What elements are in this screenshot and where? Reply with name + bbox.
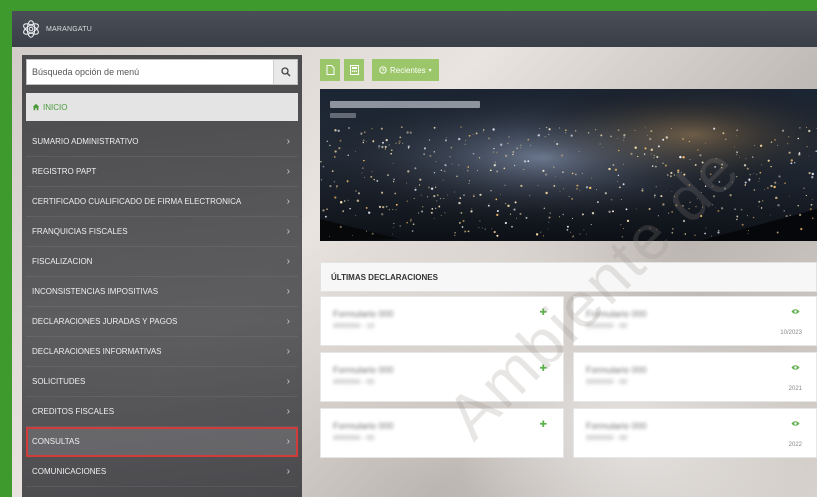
sidebar-item-label: SOLICITUDES [32,377,86,386]
sidebar-item-certificado-firma[interactable]: CERTIFICADO CUALIFICADO DE FIRMA ELECTRO… [26,187,298,217]
sidebar-menu: INICIO SUMARIO ADMINISTRATIVO › REGISTRO… [22,55,302,497]
sidebar-item-declaraciones-informativas[interactable]: DECLARACIONES INFORMATIVAS › [26,337,298,367]
eye-icon[interactable] [791,419,800,429]
eye-icon[interactable] [791,307,800,317]
search-button[interactable] [273,60,297,84]
sidebar-item-label: REGISTRO PAPT [32,167,97,176]
sidebar-item-label: CREDITOS FISCALES [32,407,115,416]
sidebar-item-label: FRANQUICIAS FISCALES [32,227,128,236]
declaration-card[interactable]: Formulario 000 0000000 - 00 2021 [573,352,817,402]
declaration-period: 2021 [788,386,802,392]
sidebar-item-label: COMUNICACIONES [32,467,107,476]
declaration-period: 2022 [788,442,802,448]
calculator-button[interactable] [344,59,364,81]
sidebar-item-label: INICIO [43,102,68,112]
menu-list: SUMARIO ADMINISTRATIVO › REGISTRO PAPT ›… [26,127,298,487]
recientes-dropdown[interactable]: Recientes ▾ [372,59,439,81]
top-bar: MARANGATU [12,11,817,47]
declaration-subtitle: 0000000 - 10 [333,323,375,330]
chevron-right-icon: › [286,376,290,387]
home-icon [32,103,40,111]
declaration-title: Formulario 000 [333,365,394,375]
chevron-right-icon: › [286,226,290,237]
clock-icon [379,66,387,74]
brand-name: MARANGATU [46,25,93,33]
new-document-button[interactable] [320,59,340,81]
plus-icon[interactable]: ✚ [539,419,547,430]
menu-search-input[interactable] [27,60,273,84]
chevron-right-icon: › [286,286,290,297]
sidebar-item-label: SUMARIO ADMINISTRATIVO [32,137,139,146]
toolbar: Recientes ▾ [320,59,439,81]
chevron-right-icon: › [286,436,290,447]
ultimas-declaraciones-header: ÚLTIMAS DECLARACIONES [320,262,817,292]
declaration-card[interactable]: Formulario 000 0000000 - 00 ✚ [320,408,564,458]
declaration-title: Formulario 000 [586,309,647,319]
declaration-subtitle: 0000000 - 00 [586,435,628,442]
search-icon [280,67,290,77]
declaration-subtitle: 0000000 - 00 [586,379,628,386]
declaration-card[interactable]: Formulario 000 0000000 - 00 2022 [573,408,817,458]
declaration-title: Formulario 000 [586,365,647,375]
sidebar-item-label: FISCALIZACION [32,257,93,266]
declaration-card[interactable]: Formulario 000 0000000 - 00 10/2023 [573,296,817,346]
declaration-card[interactable]: Formulario 000 0000000 - 00 ✚ [320,352,564,402]
chevron-right-icon: › [286,136,290,147]
chevron-right-icon: › [286,406,290,417]
brand[interactable]: MARANGATU [20,18,92,40]
chevron-right-icon: › [286,316,290,327]
menu-search [26,59,298,85]
sidebar-item-label: DECLARACIONES JURADAS Y PAGOS [32,317,178,326]
sidebar-item-consultas[interactable]: CONSULTAS › [26,427,298,457]
sidebar-item-fiscalizacion[interactable]: FISCALIZACION › [26,247,298,277]
sidebar-item-franquicias-fiscales[interactable]: FRANQUICIAS FISCALES › [26,217,298,247]
city-image [320,89,817,241]
sidebar-item-comunicaciones[interactable]: COMUNICACIONES › [26,457,298,487]
sidebar-item-label: INCONSISTENCIAS IMPOSITIVAS [32,287,159,296]
declaration-title: Formulario 000 [333,421,394,431]
sidebar-item-solicitudes[interactable]: SOLICITUDES › [26,367,298,397]
app-frame: MARANGATU INICIO SUMARIO ADMINISTRATIVO … [12,11,817,497]
sidebar-item-label: CONSULTAS [32,437,80,446]
declaration-card[interactable]: Formulario 000 0000000 - 10 ✚ [320,296,564,346]
city-night-banner [320,89,817,241]
declaration-subtitle: 0000000 - 00 [333,379,375,386]
sidebar-item-label: DECLARACIONES INFORMATIVAS [32,347,162,356]
declaration-subtitle: 0000000 - 00 [586,323,628,330]
logo-icon [23,20,39,38]
recientes-label: Recientes [390,65,426,75]
plus-icon[interactable]: ✚ [539,307,547,318]
chevron-right-icon: › [286,166,290,177]
declaration-title: Formulario 000 [586,421,647,431]
plus-icon[interactable]: ✚ [539,363,547,374]
sidebar-item-inconsistencias[interactable]: INCONSISTENCIAS IMPOSITIVAS › [26,277,298,307]
sidebar-item-creditos-fiscales[interactable]: CREDITOS FISCALES › [26,397,298,427]
declaration-subtitle: 0000000 - 00 [333,435,375,442]
sidebar-item-sumario-administrativo[interactable]: SUMARIO ADMINISTRATIVO › [26,127,298,157]
sidebar-item-inicio[interactable]: INICIO [26,93,298,121]
eye-icon[interactable] [791,363,800,373]
chevron-right-icon: › [286,466,290,477]
sidebar-item-label: CERTIFICADO CUALIFICADO DE FIRMA ELECTRO… [32,197,242,206]
sidebar-item-registro-papt[interactable]: REGISTRO PAPT › [26,157,298,187]
calculator-icon [349,65,359,75]
declaration-period: 10/2023 [780,330,802,336]
caret-down-icon: ▾ [428,67,432,74]
chevron-right-icon: › [286,256,290,267]
chevron-right-icon: › [286,346,290,357]
chevron-right-icon: › [286,196,290,207]
document-icon [326,65,334,75]
declaration-title: Formulario 000 [333,309,394,319]
sidebar-item-declaraciones-juradas[interactable]: DECLARACIONES JURADAS Y PAGOS › [26,307,298,337]
